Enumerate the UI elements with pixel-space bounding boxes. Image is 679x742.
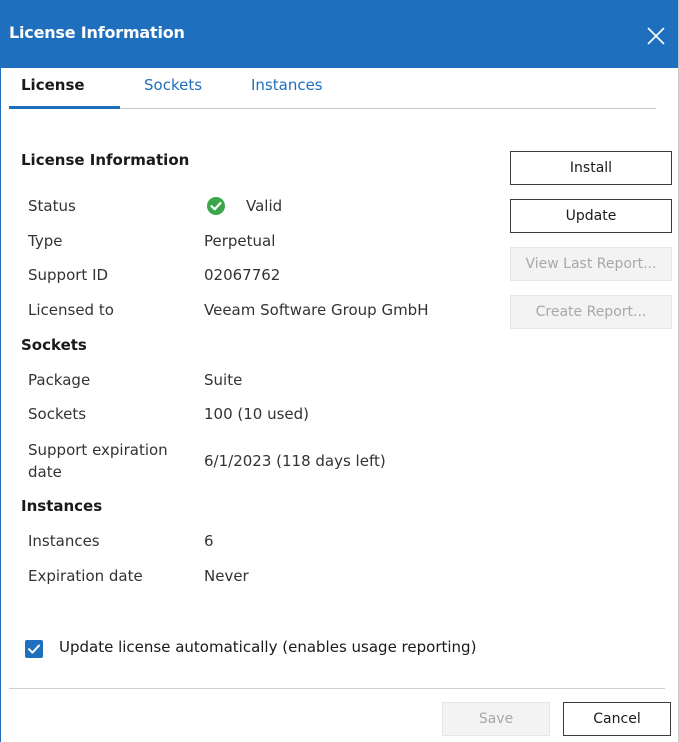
type-label: Type: [28, 232, 63, 250]
install-button[interactable]: Install: [510, 151, 672, 185]
dialog-title: License Information: [9, 23, 185, 42]
cancel-button[interactable]: Cancel: [563, 702, 671, 736]
footer-divider: [9, 688, 665, 689]
active-tab-indicator: [9, 106, 120, 109]
tab-sockets[interactable]: Sockets: [144, 76, 202, 94]
sockets-heading: Sockets: [21, 336, 87, 354]
license-information-dialog: License Information License Sockets Inst…: [0, 0, 679, 742]
expiration-date-label: Expiration date: [28, 567, 143, 585]
support-id-value: 02067762: [204, 266, 281, 284]
support-expiration-label: Support expiration date: [28, 441, 168, 481]
expiration-date-value: Never: [204, 567, 249, 585]
package-label: Package: [28, 371, 91, 389]
licensed-to-value: Veeam Software Group GmbH: [204, 301, 429, 319]
title-bar: License Information: [1, 0, 678, 68]
sockets-count-label: Sockets: [28, 405, 87, 423]
status-value: Valid: [246, 197, 283, 215]
close-button[interactable]: [640, 21, 672, 51]
auto-update-checkbox[interactable]: [25, 640, 43, 658]
instances-count-value: 6: [204, 532, 214, 550]
tab-divider: [120, 108, 656, 109]
package-value: Suite: [204, 371, 243, 389]
close-icon: [647, 27, 665, 45]
create-report-button[interactable]: Create Report...: [510, 295, 672, 329]
support-id-label: Support ID: [28, 266, 109, 284]
tab-instances[interactable]: Instances: [251, 76, 323, 94]
tab-bar: License Sockets Instances: [1, 68, 678, 110]
sockets-count-value: 100 (10 used): [204, 405, 310, 423]
instances-heading: Instances: [21, 497, 103, 515]
status-label: Status: [28, 197, 76, 215]
instances-count-label: Instances: [28, 532, 100, 550]
tab-license[interactable]: License: [21, 76, 85, 94]
checkmark-icon: [28, 644, 40, 654]
type-value: Perpetual: [204, 232, 276, 250]
auto-update-label[interactable]: Update license automatically (enables us…: [59, 638, 476, 656]
view-last-report-button[interactable]: View Last Report...: [510, 247, 672, 281]
save-button[interactable]: Save: [442, 702, 550, 736]
update-button[interactable]: Update: [510, 199, 672, 233]
licensed-to-label: Licensed to: [28, 301, 114, 319]
support-expiration-value: 6/1/2023 (118 days left): [204, 452, 386, 470]
check-circle-icon: [207, 197, 225, 215]
license-information-heading: License Information: [21, 151, 190, 169]
